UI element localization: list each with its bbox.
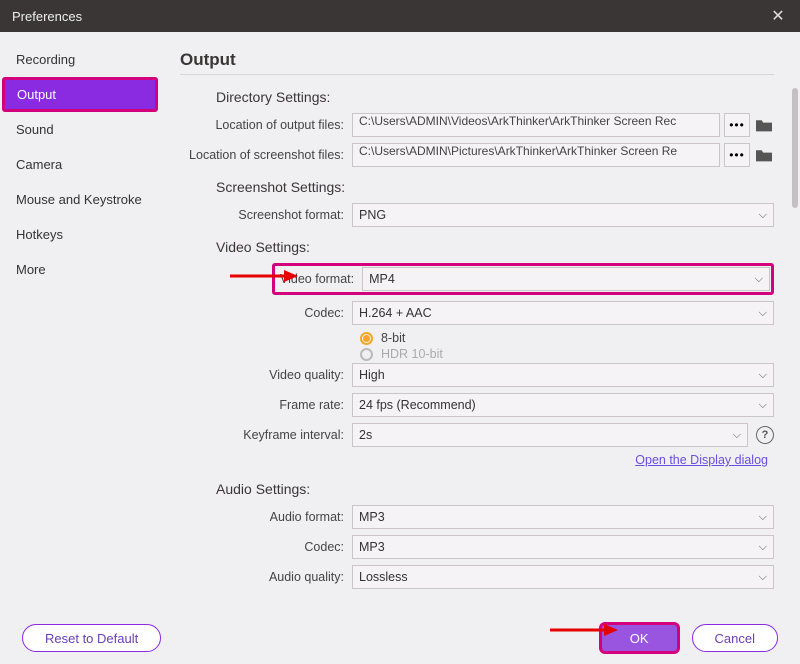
screenshot-path-input[interactable]: C:\Users\ADMIN\Pictures\ArkThinker\ArkTh…	[352, 143, 720, 167]
frame-rate-select[interactable]: 24 fps (Recommend)⌵	[352, 393, 774, 417]
browse-output-button[interactable]: •••	[724, 113, 750, 137]
help-icon[interactable]: ?	[756, 426, 774, 444]
keyframe-select[interactable]: 2s⌵	[352, 423, 748, 447]
section-video: Video Settings:	[216, 239, 774, 255]
sidebar: Recording Output Sound Camera Mouse and …	[0, 32, 162, 612]
scrollbar[interactable]	[792, 88, 798, 208]
cancel-button[interactable]: Cancel	[692, 624, 778, 652]
folder-icon[interactable]	[754, 117, 774, 133]
chevron-down-icon: ⌵	[733, 429, 741, 442]
footer: Reset to Default OK Cancel	[0, 612, 800, 664]
chevron-down-icon: ⌵	[759, 511, 767, 524]
reset-button[interactable]: Reset to Default	[22, 624, 161, 652]
audio-quality-label: Audio quality:	[180, 570, 352, 584]
chevron-down-icon: ⌵	[759, 369, 767, 382]
video-codec-select[interactable]: H.264 + AAC⌵	[352, 301, 774, 325]
sidebar-item-recording[interactable]: Recording	[0, 42, 162, 77]
chevron-down-icon: ⌵	[759, 399, 767, 412]
radio-8bit-label: 8-bit	[381, 331, 405, 345]
chevron-down-icon: ⌵	[759, 571, 767, 584]
radio-hdr10[interactable]	[360, 348, 373, 361]
section-screenshot: Screenshot Settings:	[216, 179, 774, 195]
content-pane: Output Directory Settings: Location of o…	[162, 32, 800, 612]
radio-8bit[interactable]	[360, 332, 373, 345]
chevron-down-icon: ⌵	[759, 307, 767, 320]
close-icon[interactable]: ✕	[768, 6, 788, 26]
chevron-down-icon: ⌵	[759, 209, 767, 222]
video-format-label: Video format:	[276, 272, 362, 286]
video-format-highlight: Video format: MP4⌵	[272, 263, 774, 295]
keyframe-label: Keyframe interval:	[180, 428, 352, 442]
ok-button[interactable]: OK	[599, 622, 680, 654]
chevron-down-icon: ⌵	[759, 541, 767, 554]
sidebar-item-camera[interactable]: Camera	[0, 147, 162, 182]
window-title: Preferences	[12, 9, 768, 24]
video-codec-label: Codec:	[180, 306, 352, 320]
audio-quality-select[interactable]: Lossless⌵	[352, 565, 774, 589]
section-directory: Directory Settings:	[216, 89, 774, 105]
sidebar-item-sound[interactable]: Sound	[0, 112, 162, 147]
video-quality-select[interactable]: High⌵	[352, 363, 774, 387]
sidebar-item-hotkeys[interactable]: Hotkeys	[0, 217, 162, 252]
frame-rate-label: Frame rate:	[180, 398, 352, 412]
sidebar-item-mouse-keystroke[interactable]: Mouse and Keystroke	[0, 182, 162, 217]
video-quality-label: Video quality:	[180, 368, 352, 382]
sidebar-item-more[interactable]: More	[0, 252, 162, 287]
page-title: Output	[180, 50, 774, 75]
audio-codec-select[interactable]: MP3⌵	[352, 535, 774, 559]
display-dialog-link[interactable]: Open the Display dialog	[180, 453, 768, 467]
video-format-select[interactable]: MP4⌵	[362, 267, 770, 291]
browse-screenshot-button[interactable]: •••	[724, 143, 750, 167]
audio-format-label: Audio format:	[180, 510, 352, 524]
section-audio: Audio Settings:	[216, 481, 774, 497]
folder-icon[interactable]	[754, 147, 774, 163]
screenshot-path-label: Location of screenshot files:	[180, 148, 352, 162]
output-path-input[interactable]: C:\Users\ADMIN\Videos\ArkThinker\ArkThin…	[352, 113, 720, 137]
audio-format-select[interactable]: MP3⌵	[352, 505, 774, 529]
titlebar: Preferences ✕	[0, 0, 800, 32]
audio-codec-label: Codec:	[180, 540, 352, 554]
sidebar-item-output[interactable]: Output	[2, 77, 158, 112]
output-path-label: Location of output files:	[180, 118, 352, 132]
radio-hdr10-label: HDR 10-bit	[381, 347, 443, 361]
screenshot-format-label: Screenshot format:	[180, 208, 352, 222]
chevron-down-icon: ⌵	[755, 273, 763, 286]
screenshot-format-select[interactable]: PNG⌵	[352, 203, 774, 227]
